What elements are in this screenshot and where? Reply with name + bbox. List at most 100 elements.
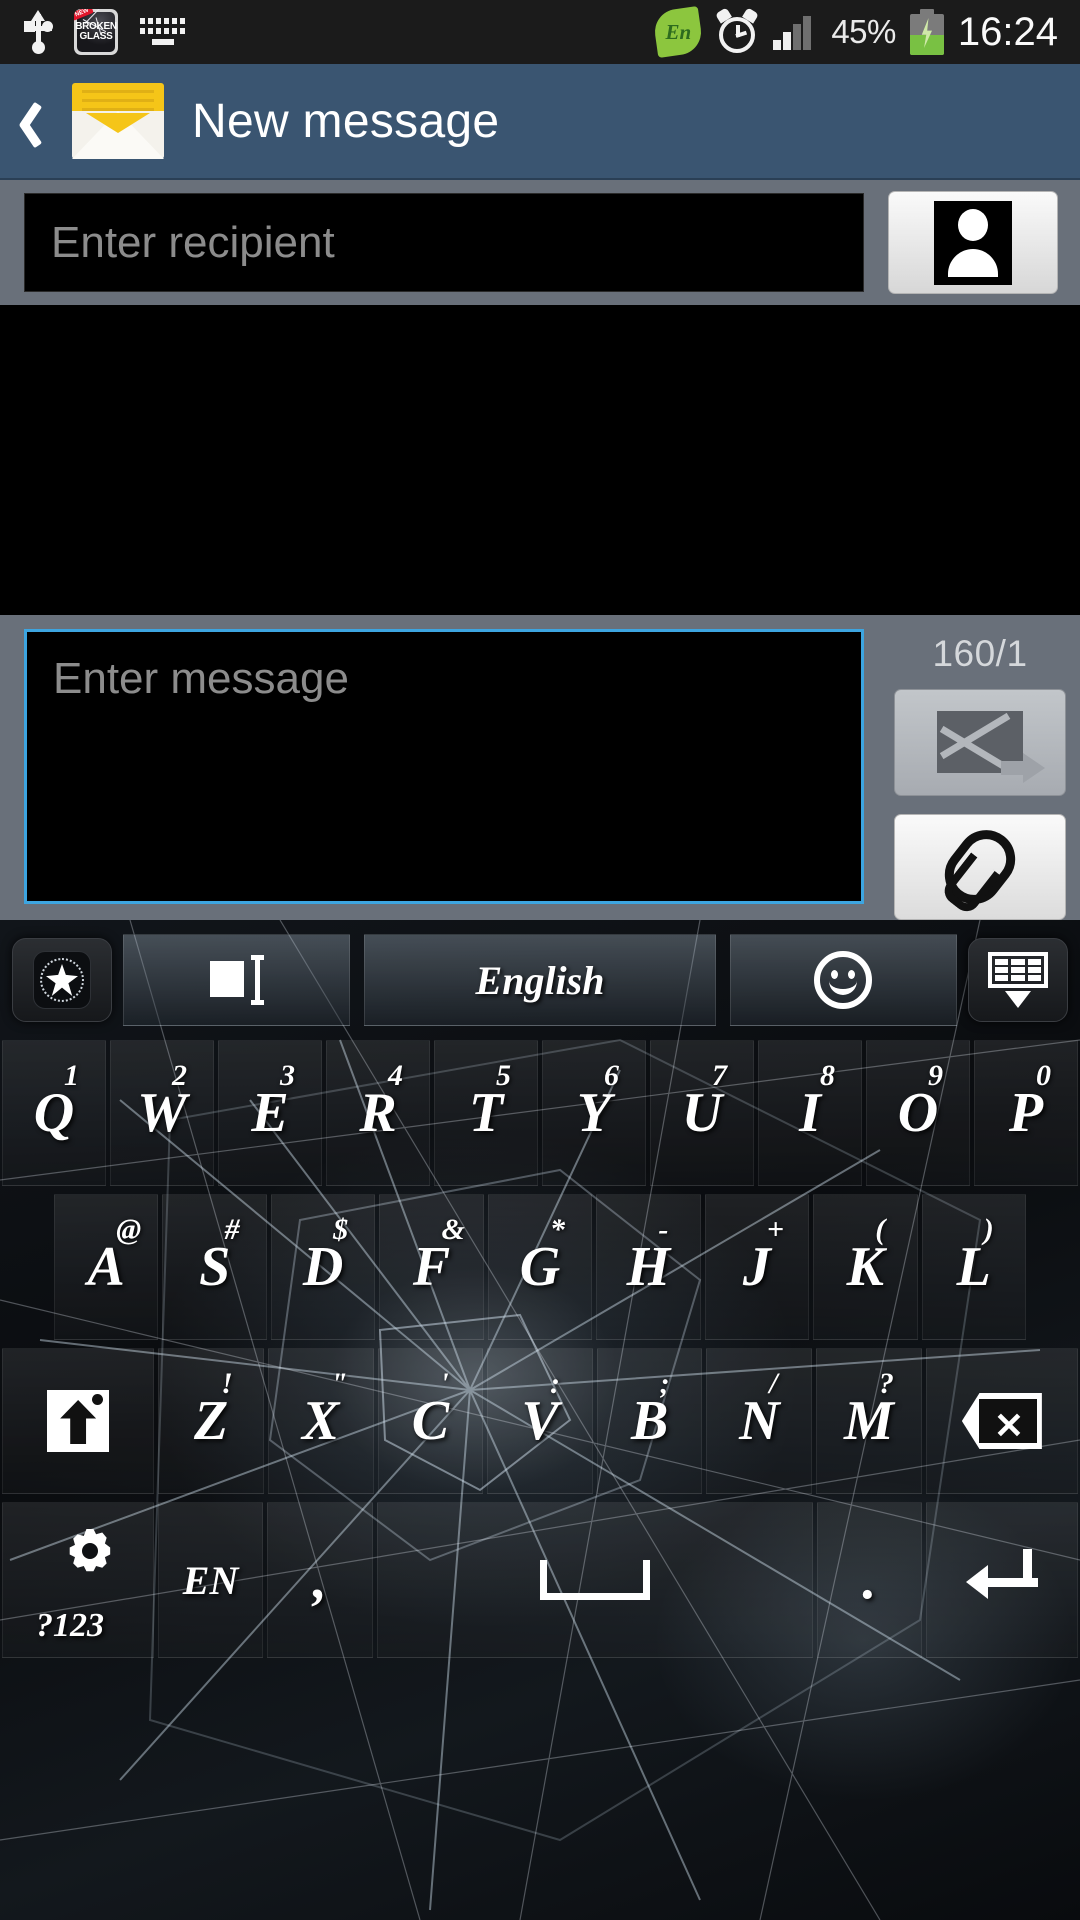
key-period[interactable]: . [816, 1502, 923, 1658]
char-counter: 160/1 [932, 633, 1028, 674]
key-sup-label: ) [983, 1213, 994, 1246]
usb-icon [24, 10, 53, 54]
key-q[interactable]: Q1 [2, 1040, 106, 1186]
key-sup-label: 8 [820, 1059, 835, 1092]
keyboard-theme-button[interactable] [12, 938, 112, 1022]
key-sup-label: / [769, 1367, 778, 1400]
key-p[interactable]: P0 [974, 1040, 1078, 1186]
key-f[interactable]: F & [379, 1194, 484, 1340]
on-screen-keyboard: English Q1 W2 E 3 R 4 T 5 Y 6 U 7 I 8 O … [0, 920, 1080, 1920]
key-comma[interactable]: , [267, 1502, 373, 1658]
key-enter[interactable] [926, 1502, 1078, 1658]
key-shift[interactable] [2, 1348, 155, 1494]
key-x[interactable]: X " [267, 1348, 374, 1494]
broken-glass-label: BROKEN GLASS [75, 21, 117, 42]
key-sup-label: " [330, 1367, 348, 1400]
key-language[interactable]: EN [157, 1502, 264, 1658]
key-sup-label: + [766, 1213, 784, 1246]
key-sup-label: 4 [388, 1059, 403, 1092]
key-h[interactable]: H- [596, 1194, 701, 1340]
key-space[interactable] [376, 1502, 813, 1658]
status-bar-left: BROKEN GLASS NEW [0, 9, 185, 55]
broken-glass-app-icon: BROKEN GLASS NEW [74, 9, 118, 55]
key-b[interactable]: B; [596, 1348, 703, 1494]
key-g[interactable]: G * [487, 1194, 593, 1340]
key-sup-label: ; [659, 1367, 670, 1400]
clipboard-button[interactable] [123, 934, 351, 1026]
symbols-label: ?123 [35, 1607, 104, 1644]
key-u[interactable]: U7 [650, 1040, 754, 1186]
key-sup-label: $ [333, 1213, 349, 1246]
space-icon [539, 1560, 650, 1600]
key-sup-label: * [549, 1213, 565, 1246]
shift-icon [47, 1390, 110, 1452]
recipient-row: Enter recipient [0, 180, 1080, 305]
compose-actions: 160/1 [880, 615, 1080, 920]
key-r[interactable]: R4 [326, 1040, 430, 1186]
back-chevron-icon[interactable] [0, 63, 62, 179]
key-sup-label: 5 [496, 1059, 511, 1092]
hide-keyboard-icon [988, 952, 1049, 1008]
key-symbols[interactable]: ?123 [2, 1502, 154, 1658]
backspace-icon: ✕ [961, 1393, 1042, 1449]
keyboard-toolbar: English [0, 930, 1080, 1030]
key-v[interactable]: V: [487, 1348, 593, 1494]
keyboard-icon [140, 18, 185, 46]
phone-screen: BROKEN GLASS NEW En 45% 16:24 New messag… [0, 0, 1080, 1920]
attach-button[interactable] [894, 813, 1066, 920]
key-sup-label: ! [221, 1367, 233, 1400]
key-sup-label: 0 [1036, 1059, 1051, 1092]
key-o[interactable]: O9 [866, 1040, 970, 1186]
message-input[interactable]: Enter message [24, 629, 864, 904]
contact-picker-button[interactable] [888, 191, 1058, 294]
key-s[interactable]: S # [162, 1194, 267, 1340]
language-key-label: EN [182, 1557, 239, 1603]
key-sup-label: ' [440, 1367, 449, 1400]
key-i[interactable]: I8 [758, 1040, 862, 1186]
signal-bars-icon [773, 14, 817, 50]
key-sup-label: 2 [172, 1059, 187, 1092]
paperclip-icon [933, 818, 1027, 916]
clipboard-icon [209, 955, 264, 1005]
emoji-button[interactable] [729, 934, 958, 1026]
key-sup-label: : [550, 1367, 560, 1400]
key-label: , [312, 1549, 327, 1611]
key-sup-label: 7 [712, 1059, 727, 1092]
keyboard-row-3: Z! X " C ' V: B; N / M? ✕ [0, 1346, 1080, 1496]
language-badge-label: En [665, 19, 692, 44]
key-y[interactable]: Y6 [542, 1040, 646, 1186]
key-sup-label: 1 [64, 1059, 79, 1092]
recipient-input[interactable]: Enter recipient [24, 193, 864, 292]
key-z[interactable]: Z! [158, 1348, 264, 1494]
key-sup-label: & [441, 1213, 465, 1246]
keyboard-language-button[interactable]: English [364, 934, 716, 1026]
compose-row: Enter message 160/1 [0, 615, 1080, 920]
hide-keyboard-button[interactable] [968, 938, 1069, 1022]
message-thread-area [0, 305, 1080, 615]
key-sup-label: ? [878, 1367, 894, 1400]
keyboard-theme-icon [33, 951, 91, 1009]
key-w[interactable]: W2 [110, 1040, 214, 1186]
title-bar: New message [0, 64, 1080, 180]
key-a[interactable]: A @ [54, 1194, 159, 1340]
envelope-icon [72, 83, 164, 159]
key-j[interactable]: J + [704, 1194, 810, 1340]
status-bar-right: En 45% 16:24 [652, 6, 1080, 58]
alarm-clock-icon [715, 7, 760, 54]
key-n[interactable]: N / [706, 1348, 813, 1494]
key-e[interactable]: E3 [218, 1040, 322, 1186]
key-sup-label: 6 [604, 1059, 619, 1092]
key-c[interactable]: C ' [377, 1348, 484, 1494]
key-t[interactable]: T5 [434, 1040, 538, 1186]
key-k[interactable]: K( [813, 1194, 918, 1340]
language-leaf-icon: En [652, 6, 705, 58]
clock-label: 16:24 [957, 9, 1058, 54]
key-l[interactable]: L) [921, 1194, 1026, 1340]
key-sup-label: # [224, 1213, 240, 1246]
key-backspace[interactable]: ✕ [925, 1348, 1079, 1494]
key-d[interactable]: D $ [270, 1194, 376, 1340]
send-button[interactable] [894, 689, 1066, 796]
key-m[interactable]: M? [816, 1348, 922, 1494]
key-sup-label: - [658, 1213, 669, 1246]
page-title: New message [192, 94, 500, 148]
